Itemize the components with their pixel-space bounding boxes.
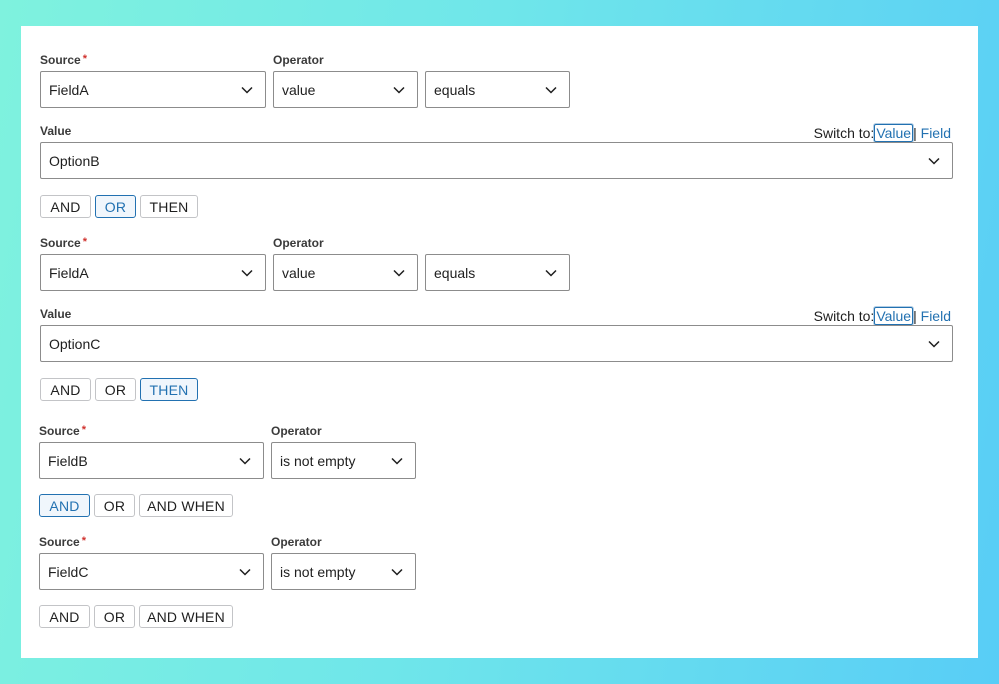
required-marker: * <box>82 424 86 436</box>
and-button[interactable]: AND <box>40 378 91 401</box>
source-select-value: FieldA <box>49 82 238 98</box>
switch-field-link[interactable]: Field <box>921 125 951 141</box>
operator-select[interactable]: is not empty <box>271 442 416 479</box>
required-marker: * <box>83 53 87 65</box>
comparison-select[interactable]: equals <box>425 71 570 108</box>
switch-to: Switch to:Value| Field <box>814 308 951 324</box>
comparison-select-value: equals <box>434 265 542 281</box>
or-button[interactable]: OR <box>95 195 136 218</box>
chevron-down-icon <box>542 81 560 99</box>
source-select[interactable]: FieldC <box>39 553 264 590</box>
operator-select[interactable]: value <box>273 254 418 291</box>
switch-separator: | <box>913 125 917 141</box>
chevron-down-icon <box>542 264 560 282</box>
chevron-down-icon <box>236 452 254 470</box>
switch-value-link[interactable]: Value <box>874 307 913 325</box>
comparison-select[interactable]: equals <box>425 254 570 291</box>
switch-value-link[interactable]: Value <box>874 124 913 142</box>
and-button[interactable]: AND <box>39 494 90 517</box>
required-marker: * <box>83 236 87 248</box>
source-label: Source* <box>39 424 86 438</box>
operator-select[interactable]: value <box>273 71 418 108</box>
or-button[interactable]: OR <box>94 605 135 628</box>
source-label: Source* <box>39 535 86 549</box>
source-select[interactable]: FieldA <box>40 254 266 291</box>
operator-label: Operator <box>271 535 322 549</box>
chevron-down-icon <box>390 264 408 282</box>
chevron-down-icon <box>238 264 256 282</box>
and-when-button[interactable]: AND WHEN <box>139 605 233 628</box>
then-button[interactable]: THEN <box>140 378 198 401</box>
value-select-value: OptionB <box>49 153 925 169</box>
source-label: Source* <box>40 53 87 67</box>
switch-to-prefix: Switch to: <box>814 125 875 141</box>
value-label: Value <box>40 307 71 321</box>
switch-to: Switch to:Value| Field <box>814 125 951 141</box>
chevron-down-icon <box>388 563 406 581</box>
chevron-down-icon <box>925 152 943 170</box>
operator-label: Operator <box>273 53 324 67</box>
operator-select-value: value <box>282 82 390 98</box>
value-select[interactable]: OptionB <box>40 142 953 179</box>
source-select[interactable]: FieldB <box>39 442 264 479</box>
operator-label: Operator <box>271 424 322 438</box>
switch-to-prefix: Switch to: <box>814 308 875 324</box>
operator-select-value: is not empty <box>280 564 388 580</box>
switch-separator: | <box>913 308 917 324</box>
chevron-down-icon <box>388 452 406 470</box>
chevron-down-icon <box>236 563 254 581</box>
chevron-down-icon <box>390 81 408 99</box>
source-select-value: FieldC <box>48 564 236 580</box>
and-button[interactable]: AND <box>39 605 90 628</box>
and-when-button[interactable]: AND WHEN <box>139 494 233 517</box>
value-label: Value <box>40 124 71 138</box>
chevron-down-icon <box>238 81 256 99</box>
source-select-value: FieldA <box>49 265 238 281</box>
or-button[interactable]: OR <box>95 378 136 401</box>
operator-label: Operator <box>273 236 324 250</box>
comparison-select-value: equals <box>434 82 542 98</box>
switch-field-link[interactable]: Field <box>921 308 951 324</box>
source-label: Source* <box>40 236 87 250</box>
source-select-value: FieldB <box>48 453 236 469</box>
required-marker: * <box>82 535 86 547</box>
operator-select[interactable]: is not empty <box>271 553 416 590</box>
operator-select-value: value <box>282 265 390 281</box>
operator-select-value: is not empty <box>280 453 388 469</box>
value-select-value: OptionC <box>49 336 925 352</box>
or-button[interactable]: OR <box>94 494 135 517</box>
and-button[interactable]: AND <box>40 195 91 218</box>
value-select[interactable]: OptionC <box>40 325 953 362</box>
source-select[interactable]: FieldA <box>40 71 266 108</box>
then-button[interactable]: THEN <box>140 195 198 218</box>
condition-builder-card: Source* Operator FieldA value equals Val… <box>21 26 978 658</box>
chevron-down-icon <box>925 335 943 353</box>
